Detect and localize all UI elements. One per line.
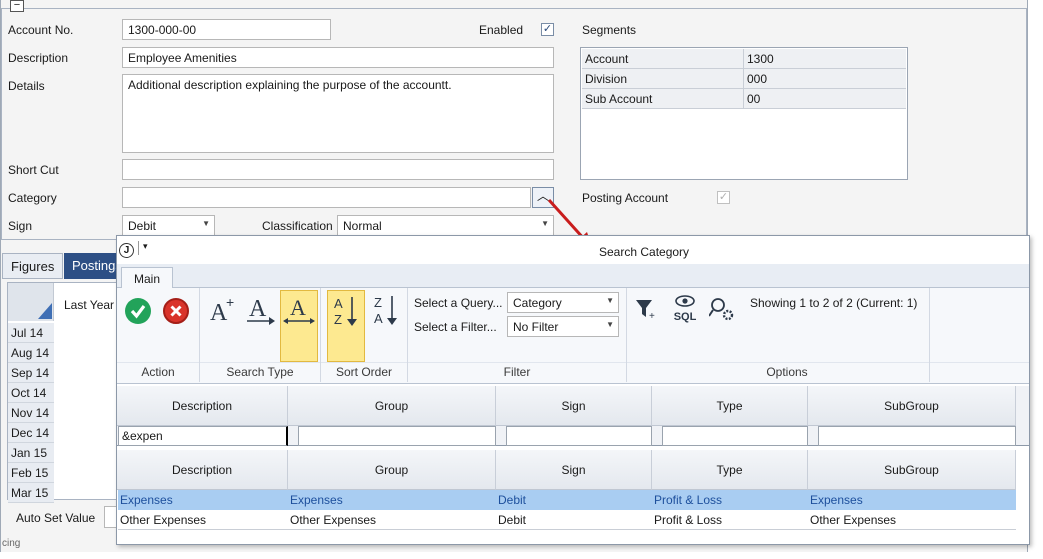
sort-descending-button[interactable]: ZA <box>367 290 405 362</box>
classification-label: Classification <box>262 219 333 233</box>
description-input[interactable]: Employee Amenities <box>122 47 554 68</box>
details-textarea[interactable]: Additional description explaining the pu… <box>122 74 554 153</box>
month-cell: Oct 14 <box>8 383 54 403</box>
select-filter-label: Select a Filter... <box>414 320 497 334</box>
category-input[interactable] <box>122 187 531 208</box>
search-header-description: Description <box>117 386 288 426</box>
result-header-sign[interactable]: Sign <box>496 450 652 490</box>
svg-text:A: A <box>290 295 306 320</box>
month-cell: Aug 14 <box>8 343 54 363</box>
filter-add-icon[interactable]: + <box>634 296 658 324</box>
figures-tabs: Figures Postings <box>1 253 130 279</box>
status-text: cing <box>2 538 21 549</box>
settings-search-icon[interactable] <box>708 296 735 324</box>
search-anywhere-button[interactable]: A <box>280 290 318 362</box>
search-subgroup-input[interactable] <box>818 426 1016 446</box>
segment-row[interactable]: Sub Account 00 <box>582 89 906 109</box>
svg-text:Z: Z <box>374 295 382 310</box>
group-search-type-label: Search Type <box>226 365 294 379</box>
figures-grid: Last Year C Jul 14 Aug 14 Sep 14 Oct 14 … <box>7 282 126 503</box>
enabled-label: Enabled <box>479 23 524 37</box>
svg-text:A: A <box>334 296 343 311</box>
search-group-input[interactable] <box>298 426 496 446</box>
search-header-subgroup: SubGroup <box>808 386 1016 426</box>
ribbon: Action A + A A Search Type AZ ZA Sort Ord… <box>117 288 1029 384</box>
sign-label: Sign <box>8 219 33 233</box>
search-type-input[interactable] <box>662 426 808 446</box>
month-cell: Jan 15 <box>8 443 54 463</box>
tab-main[interactable]: Main <box>121 267 173 289</box>
select-filter-dropdown[interactable]: No Filter ▼ <box>507 316 619 337</box>
search-header-type: Type <box>652 386 808 426</box>
search-category-dialog: J ▾ Search Category Main Action A + A A S… <box>116 235 1030 545</box>
app-icon[interactable]: J <box>119 243 134 258</box>
month-cell: Feb 15 <box>8 463 54 483</box>
select-query-label: Select a Query... <box>414 296 503 310</box>
svg-text:A: A <box>374 311 383 326</box>
month-cell: Mar 15 <box>8 483 54 503</box>
search-header-sign: Sign <box>496 386 652 426</box>
search-filter-area: Description Group Sign Type SubGroup &ex… <box>117 386 1029 446</box>
accept-button[interactable] <box>125 298 151 324</box>
segment-row[interactable]: Division 000 <box>582 69 906 89</box>
sql-view-icon[interactable]: SQL <box>671 294 699 326</box>
search-header-group: Group <box>288 386 496 426</box>
segments-grid: Account 1300 Division 000 Sub Account 00 <box>580 47 908 180</box>
result-header-description[interactable]: Description <box>117 450 288 490</box>
select-query-dropdown[interactable]: Category ▼ <box>507 292 619 313</box>
table-row[interactable]: Expenses Expenses Debit Profit & Loss Ex… <box>118 490 1016 510</box>
group-action-label: Action <box>141 365 175 379</box>
svg-text:+: + <box>649 311 655 322</box>
quick-access-icon[interactable]: ▾ <box>143 241 148 252</box>
group-sort-order-label: Sort Order <box>335 365 392 379</box>
svg-text:+: + <box>226 294 234 310</box>
search-contains-button[interactable]: A <box>241 290 279 362</box>
category-label: Category <box>8 191 57 205</box>
account-no-label: Account No. <box>8 23 74 37</box>
result-header-group[interactable]: Group <box>288 450 496 490</box>
svg-text:A: A <box>249 296 267 322</box>
cancel-button[interactable] <box>163 298 189 324</box>
month-cell: Nov 14 <box>8 403 54 423</box>
sign-select[interactable]: Debit ▼ <box>122 215 215 236</box>
month-cell: Sep 14 <box>8 363 54 383</box>
table-row[interactable]: Other Expenses Other Expenses Debit Prof… <box>118 510 1016 530</box>
group-options-label: Options <box>766 365 808 379</box>
results-grid: Description Group Sign Type SubGroup Exp… <box>117 450 1029 544</box>
search-sign-input[interactable] <box>506 426 652 446</box>
ribbon-tabbar: Main <box>117 264 1029 289</box>
shortcut-label: Short Cut <box>8 163 59 177</box>
segment-row[interactable]: Account 1300 <box>582 49 906 69</box>
tab-figures[interactable]: Figures <box>2 253 64 279</box>
month-cell: Jul 14 <box>8 323 54 343</box>
segments-label: Segments <box>582 23 637 37</box>
enabled-checkbox[interactable]: ✓ <box>541 23 554 36</box>
month-cell: Dec 14 <box>8 423 54 443</box>
search-starts-with-button[interactable]: A + <box>204 290 242 362</box>
details-label: Details <box>8 79 45 93</box>
auto-set-value-label: Auto Set Value <box>16 511 96 525</box>
group-filter-label: Filter <box>503 365 531 379</box>
description-label: Description <box>8 51 69 65</box>
shortcut-input[interactable] <box>122 159 554 180</box>
result-header-subgroup[interactable]: SubGroup <box>808 450 1016 490</box>
result-header-type[interactable]: Type <box>652 450 808 490</box>
sort-ascending-button[interactable]: AZ <box>327 290 365 362</box>
search-description-input[interactable]: &expen <box>118 426 288 446</box>
account-no-input[interactable]: 1300-000-00 <box>122 19 331 40</box>
collapse-button[interactable]: − <box>10 0 24 12</box>
classification-select[interactable]: Normal ▼ <box>337 215 554 236</box>
posting-account-checkbox: ✓ <box>717 191 730 204</box>
svg-text:Z: Z <box>334 312 342 327</box>
dialog-title: Search Category <box>599 245 690 259</box>
showing-count-text: Showing 1 to 2 of 2 (Current: 1) <box>750 296 918 310</box>
